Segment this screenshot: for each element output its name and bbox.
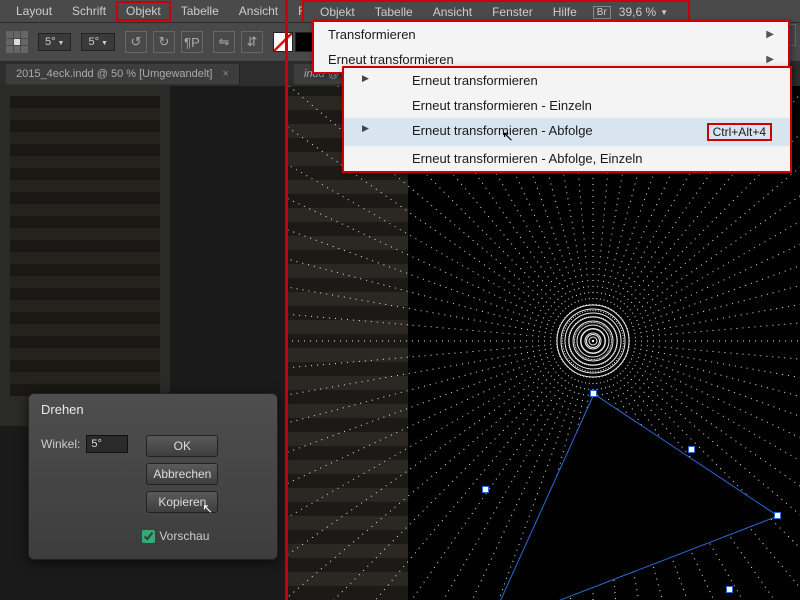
menu-objekt-left[interactable]: Objekt [116,1,171,21]
flip-h-icon[interactable]: ⇋ [213,31,235,53]
rotate-cw-icon[interactable]: ↻ [153,31,175,53]
bridge-icon[interactable]: Br [593,6,611,19]
ok-button[interactable]: OK [146,435,218,457]
cancel-button[interactable]: Abbrechen [146,463,218,485]
preview-label: Vorschau [159,529,209,543]
menu-schrift[interactable]: Schrift [62,1,116,21]
window-split-highlight [285,0,288,600]
menu-layout[interactable]: Layout [6,1,62,21]
dialog-title: Drehen [29,394,277,425]
rotate-dialog: Drehen Winkel: OK Abbrechen Kopieren Vor… [28,393,278,560]
no-fill-swatch[interactable] [273,32,293,52]
left-image-content [0,86,170,426]
menu-ansicht-r[interactable]: Ansicht [423,2,482,22]
menu-item-transformieren[interactable]: Transformieren▶ [314,22,788,47]
chevron-right-icon: ▶ [362,73,372,84]
rotate-ccw-icon[interactable]: ↺ [125,31,147,53]
submenu-arrow-icon: ▶ [766,54,774,65]
menu-fenster-r[interactable]: Fenster [482,2,543,22]
reference-point-grid[interactable] [6,31,28,53]
close-icon[interactable]: × [222,68,228,80]
menu-tabelle-r[interactable]: Tabelle [365,2,423,22]
erneut-transformieren-submenu: ▶ Erneut transformieren Erneut transform… [342,66,792,173]
preview-checkbox[interactable] [142,530,155,543]
menu-tabelle[interactable]: Tabelle [171,1,229,21]
menu-hilfe-r[interactable]: Hilfe [543,2,587,22]
pilcrow-icon[interactable]: ¶P [181,31,203,53]
angle-field[interactable]: 5°▼ [38,33,71,51]
submenu-arrow-icon: ▶ [766,29,774,40]
flip-v-icon[interactable]: ⇵ [241,31,263,53]
preview-checkbox-row[interactable]: Vorschau [142,529,218,543]
angle-label: Winkel: [41,437,80,451]
sub-item-erneut[interactable]: ▶ Erneut transformieren [344,68,790,93]
flip-icons: ⇋ ⇵ [213,31,263,53]
shape-selection[interactable] [478,386,798,600]
angle-field-2[interactable]: 5°▼ [81,33,114,51]
menubar-right: Objekt Tabelle Ansicht Fenster Hilfe Br … [302,0,690,22]
angle-input[interactable] [86,435,128,453]
shortcut-badge: Ctrl+Alt+4 [707,123,772,141]
menu-objekt-right[interactable]: Objekt [310,2,365,22]
chevron-right-icon: ▶ [362,123,372,134]
sub-item-abfolge-einzeln[interactable]: Erneut transformieren - Abfolge, Einzeln [344,146,790,171]
cursor-icon: ↖ [202,501,213,517]
sub-item-abfolge[interactable]: ▶ Erneut transformieren - Abfolge Ctrl+A… [344,118,790,146]
zoom-level[interactable]: 39,6 %▼ [619,5,668,19]
transform-icons: ↺ ↻ ¶P [125,31,203,53]
doc-tab-left[interactable]: 2015_4eck.indd @ 50 % [Umgewandelt]× [6,64,240,84]
menu-ansicht[interactable]: Ansicht [229,1,288,21]
sub-item-einzeln[interactable]: Erneut transformieren - Einzeln [344,93,790,118]
